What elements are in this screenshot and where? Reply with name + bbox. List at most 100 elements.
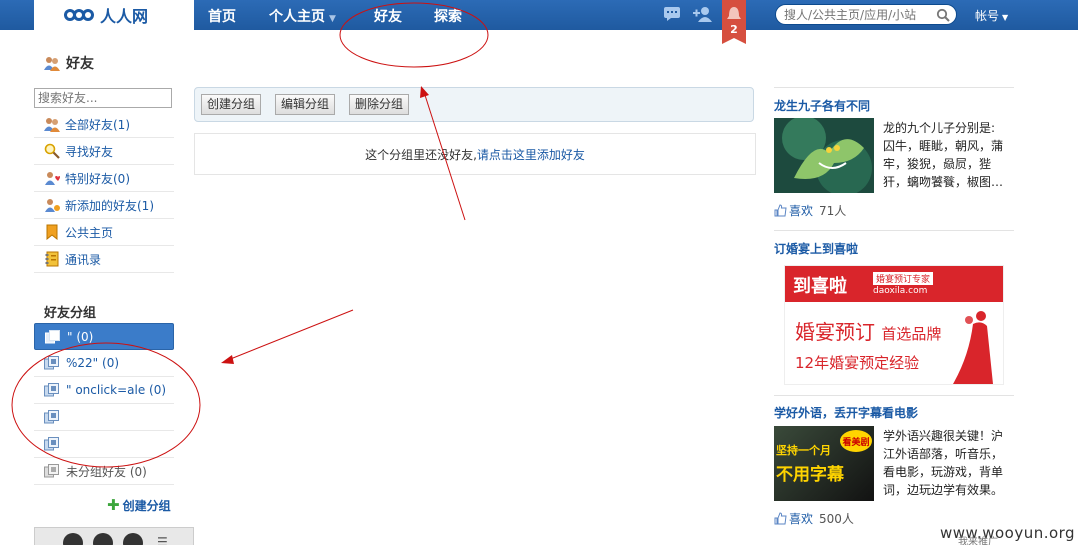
- edit-group-button[interactable]: 编辑分组: [275, 94, 336, 115]
- new-friend-icon: [45, 199, 60, 212]
- magnifier-icon: [44, 143, 60, 159]
- ad-title[interactable]: 龙生九子各有不同: [774, 97, 870, 114]
- banner-line1: 婚宴预订 首选品牌: [795, 316, 941, 345]
- divider: [774, 395, 1014, 396]
- like-count: 500人: [819, 512, 854, 526]
- divider: [774, 87, 1014, 88]
- wedding-banner[interactable]: 到喜啦 婚宴预订专家 daoxila.com 婚宴预订 首选品牌 12年婚宴预定…: [784, 265, 1004, 385]
- sidebar-title: 好友: [44, 53, 94, 73]
- ad-title[interactable]: 订婚宴上到喜啦: [774, 240, 858, 257]
- like-button[interactable]: 喜欢: [789, 202, 813, 219]
- chevron-down-icon: ▼: [329, 14, 336, 24]
- group-item[interactable]: [34, 404, 174, 431]
- ungrouped-friends-item[interactable]: 未分组好友 (0): [34, 458, 174, 485]
- banner-line1-main: 婚宴预订: [795, 320, 875, 344]
- banner-url: daoxila.com: [873, 286, 928, 296]
- banner-tag: 婚宴预订专家: [873, 272, 934, 285]
- top-navigation-bar: 人人网 首页 个人主页 ▼ 好友 探索 2 帐号▼: [0, 0, 1078, 44]
- friends-menu: 全部好友(1) 寻找好友 特别好友(0) 新添加的好友(1) 公共主页 通讯录: [34, 111, 174, 273]
- group-item[interactable]: %22" (0): [34, 350, 174, 377]
- menu-label: 全部好友(1): [65, 117, 130, 132]
- menu-find-friends[interactable]: 寻找好友: [34, 138, 174, 165]
- banner-line1-sub: 首选品牌: [881, 325, 942, 343]
- empty-group-message: 这个分组里还没好友, 请点击这里添加好友: [194, 133, 756, 175]
- menu-label: 新添加的好友(1): [65, 198, 154, 213]
- renren-logo[interactable]: 人人网: [34, 0, 194, 30]
- friend-groups-list: " (0) %22" (0) " onclick=ale (0) 未分组好友 (…: [34, 323, 174, 485]
- group-icon: [44, 437, 59, 451]
- favorite-icon[interactable]: [123, 533, 143, 545]
- create-group-link[interactable]: ✚ 创建分组: [107, 496, 171, 514]
- banner-brand: 到喜啦: [793, 276, 847, 297]
- group-item[interactable]: [34, 431, 174, 458]
- like-row: 喜欢 71人: [774, 202, 846, 219]
- add-friend-icon[interactable]: [693, 6, 713, 22]
- group-icon: [44, 356, 59, 370]
- account-menu[interactable]: 帐号 ▼: [975, 7, 1008, 24]
- global-search-input[interactable]: [784, 7, 934, 22]
- ad-description: 龙的九个儿子分别是:囚牛，睚眦，朝风，蒲牢，狻猊，赑屃，狴犴，螭吻饕餮，椒图…: [883, 121, 1004, 189]
- add-friend-link[interactable]: 请点击这里添加好友: [477, 146, 585, 163]
- renren-logo-icon: [64, 9, 94, 21]
- create-group-label: 创建分组: [122, 498, 171, 513]
- group-label: %22" (0): [66, 356, 120, 370]
- plus-icon: ✚: [107, 496, 120, 514]
- image-badge: 看美剧: [840, 430, 872, 452]
- logo-text: 人人网: [100, 7, 149, 26]
- watermark-subtext: 我来推广: [958, 537, 998, 545]
- group-icon: [44, 464, 59, 478]
- delete-group-button[interactable]: 删除分组: [349, 94, 410, 115]
- menu-lines-icon[interactable]: ☰: [157, 535, 168, 545]
- menu-address-book[interactable]: 通讯录: [34, 246, 174, 273]
- menu-new-friends[interactable]: 新添加的好友(1): [34, 192, 174, 219]
- image-text1: 坚持一个月: [776, 444, 831, 457]
- group-label: 未分组好友 (0): [66, 464, 147, 479]
- thumbs-up-icon: [774, 512, 787, 525]
- nav-explore[interactable]: 探索: [434, 6, 462, 26]
- menu-label: 特别好友(0): [65, 171, 130, 186]
- nav-friends[interactable]: 好友: [374, 6, 402, 26]
- image-text2: 不用字幕: [776, 465, 844, 485]
- menu-special-friends[interactable]: 特别好友(0): [34, 165, 174, 192]
- friends-icon: [44, 118, 60, 132]
- group-label: " onclick=ale (0): [66, 383, 167, 397]
- like-button[interactable]: 喜欢: [789, 510, 813, 527]
- nav-profile[interactable]: 个人主页 ▼: [269, 6, 336, 26]
- friend-groups-title: 好友分组: [44, 306, 97, 321]
- nav-profile-label: 个人主页: [269, 9, 325, 25]
- menu-label: 寻找好友: [65, 144, 114, 159]
- dragon-image[interactable]: [774, 118, 874, 193]
- create-group-button[interactable]: 创建分组: [201, 94, 262, 115]
- like-row: 喜欢 500人: [774, 510, 854, 527]
- chat-icon[interactable]: [663, 6, 681, 22]
- notification-bell-icon[interactable]: 2: [722, 0, 746, 44]
- menu-public-pages[interactable]: 公共主页: [34, 219, 174, 246]
- ad-title[interactable]: 学好外语，丢开字幕看电影: [774, 404, 918, 421]
- search-icon[interactable]: [936, 8, 950, 22]
- bride-silhouette-icon: [953, 311, 993, 384]
- banner-line2: 12年婚宴预定经验: [795, 354, 920, 372]
- heart-friend-icon: [45, 172, 60, 185]
- group-item[interactable]: " (0): [34, 323, 174, 350]
- language-learning-image[interactable]: 坚持一个月 不用字幕 看美剧: [774, 426, 874, 501]
- play-icon[interactable]: [63, 533, 83, 545]
- friend-search-input[interactable]: [34, 88, 172, 108]
- sidebar-title-text: 好友: [66, 56, 94, 72]
- page: { "topnav": { "logo_text": "人人网", "items…: [0, 0, 1078, 545]
- like-count: 71人: [819, 204, 847, 218]
- notification-count: 2: [730, 23, 738, 36]
- divider: [774, 230, 1014, 231]
- playlist-icon[interactable]: [93, 533, 113, 545]
- empty-group-text: 这个分组里还没好友,: [365, 147, 477, 162]
- group-label: " (0): [67, 329, 94, 344]
- global-search[interactable]: [775, 4, 957, 25]
- group-icon: [44, 410, 59, 424]
- menu-all-friends[interactable]: 全部好友(1): [34, 111, 174, 138]
- address-book-icon: [45, 251, 59, 267]
- group-icon: [44, 383, 59, 397]
- nav-home[interactable]: 首页: [208, 6, 236, 26]
- account-label: 帐号: [975, 9, 1000, 23]
- music-player-bar: ☰: [34, 527, 194, 545]
- group-icon: [45, 329, 60, 343]
- group-item[interactable]: " onclick=ale (0): [34, 377, 174, 404]
